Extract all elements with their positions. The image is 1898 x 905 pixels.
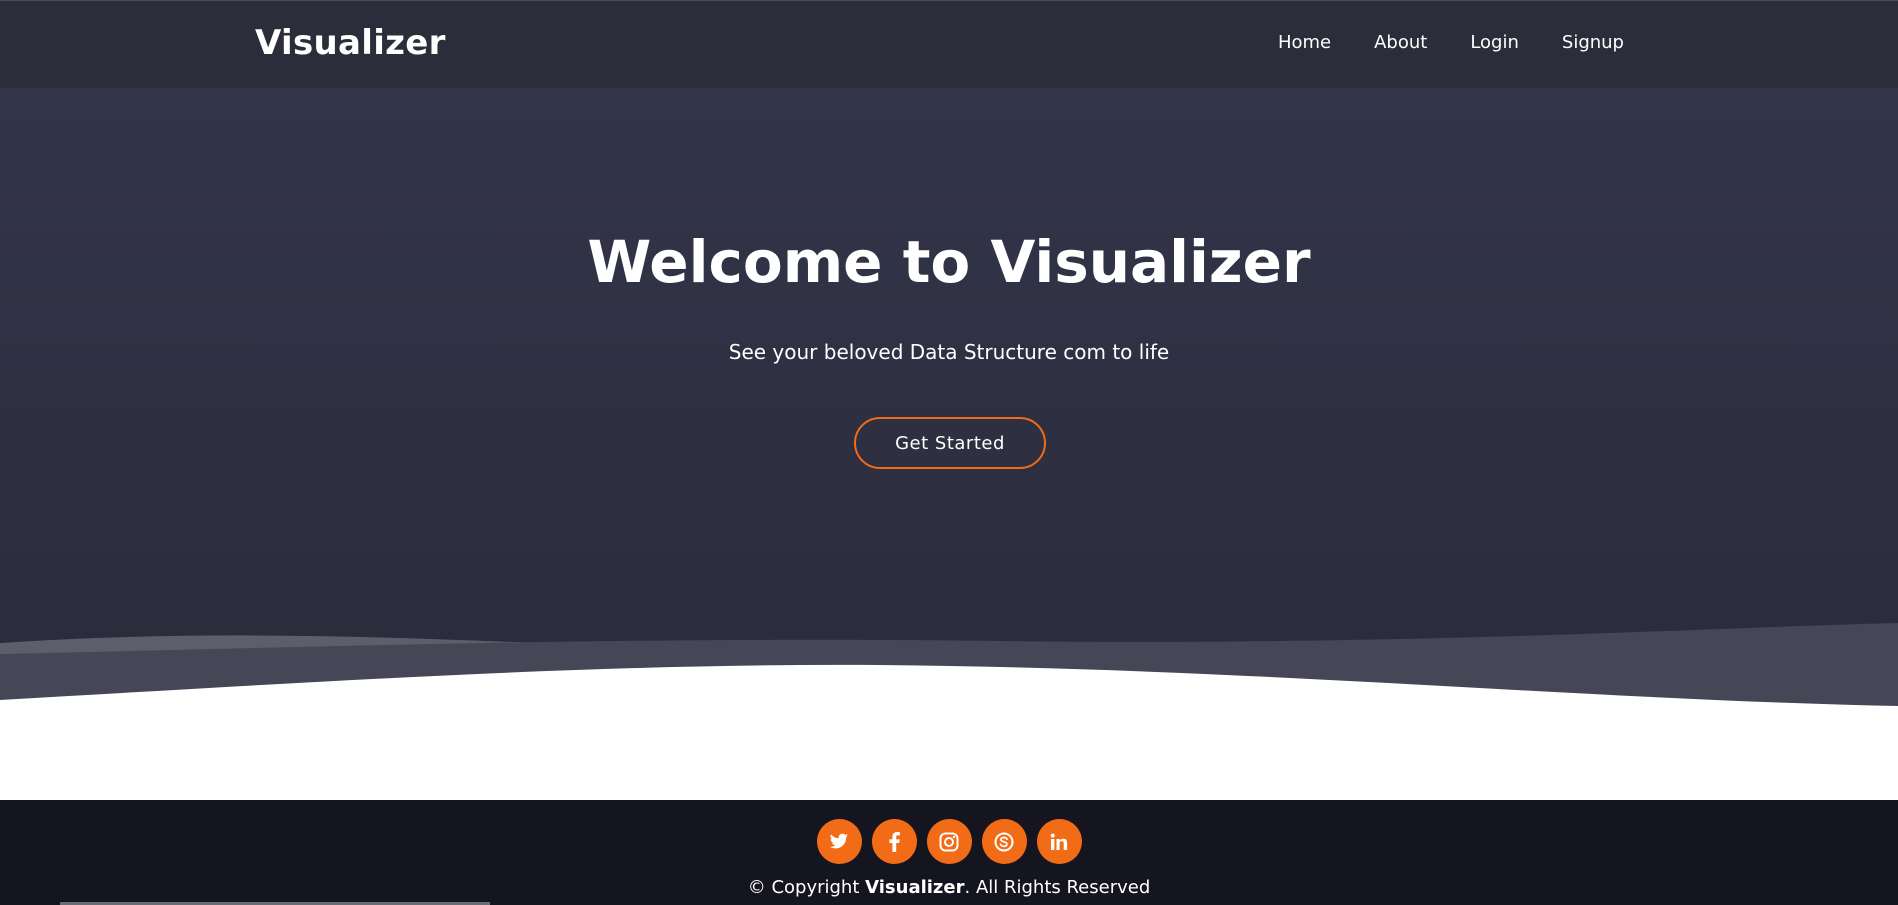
twitter-icon bbox=[829, 833, 849, 848]
copyright-suffix: . All Rights Reserved bbox=[964, 877, 1151, 898]
twitter-link[interactable] bbox=[816, 819, 862, 864]
social-links bbox=[0, 819, 1898, 864]
nav-signup-link[interactable]: Signup bbox=[1562, 32, 1624, 53]
page: Visualizer Home About Login Signup Welco… bbox=[0, 0, 1898, 905]
main-nav: Home About Login Signup bbox=[1235, 32, 1624, 53]
instagram-link[interactable] bbox=[926, 819, 972, 864]
instagram-icon bbox=[939, 832, 959, 851]
copyright-text: © Copyright Visualizer. All Rights Reser… bbox=[0, 877, 1898, 898]
nav-login-link[interactable]: Login bbox=[1470, 32, 1519, 53]
copyright-brand: Visualizer bbox=[865, 877, 965, 898]
nav-about-link[interactable]: About bbox=[1374, 32, 1427, 53]
linkedin-icon bbox=[1050, 833, 1068, 850]
facebook-link[interactable] bbox=[871, 819, 917, 864]
hero-section: Welcome to Visualizer See your beloved D… bbox=[0, 88, 1898, 800]
skype-icon bbox=[994, 832, 1014, 851]
header: Visualizer Home About Login Signup bbox=[0, 0, 1898, 88]
site-logo[interactable]: Visualizer bbox=[255, 23, 446, 63]
facebook-icon bbox=[888, 831, 900, 852]
hero-wave-decoration bbox=[0, 623, 1898, 800]
skype-link[interactable] bbox=[981, 819, 1027, 864]
footer: © Copyright Visualizer. All Rights Reser… bbox=[0, 800, 1898, 905]
nav-home-link[interactable]: Home bbox=[1278, 32, 1331, 53]
linkedin-link[interactable] bbox=[1036, 819, 1082, 864]
copyright-prefix: © Copyright bbox=[747, 877, 866, 898]
